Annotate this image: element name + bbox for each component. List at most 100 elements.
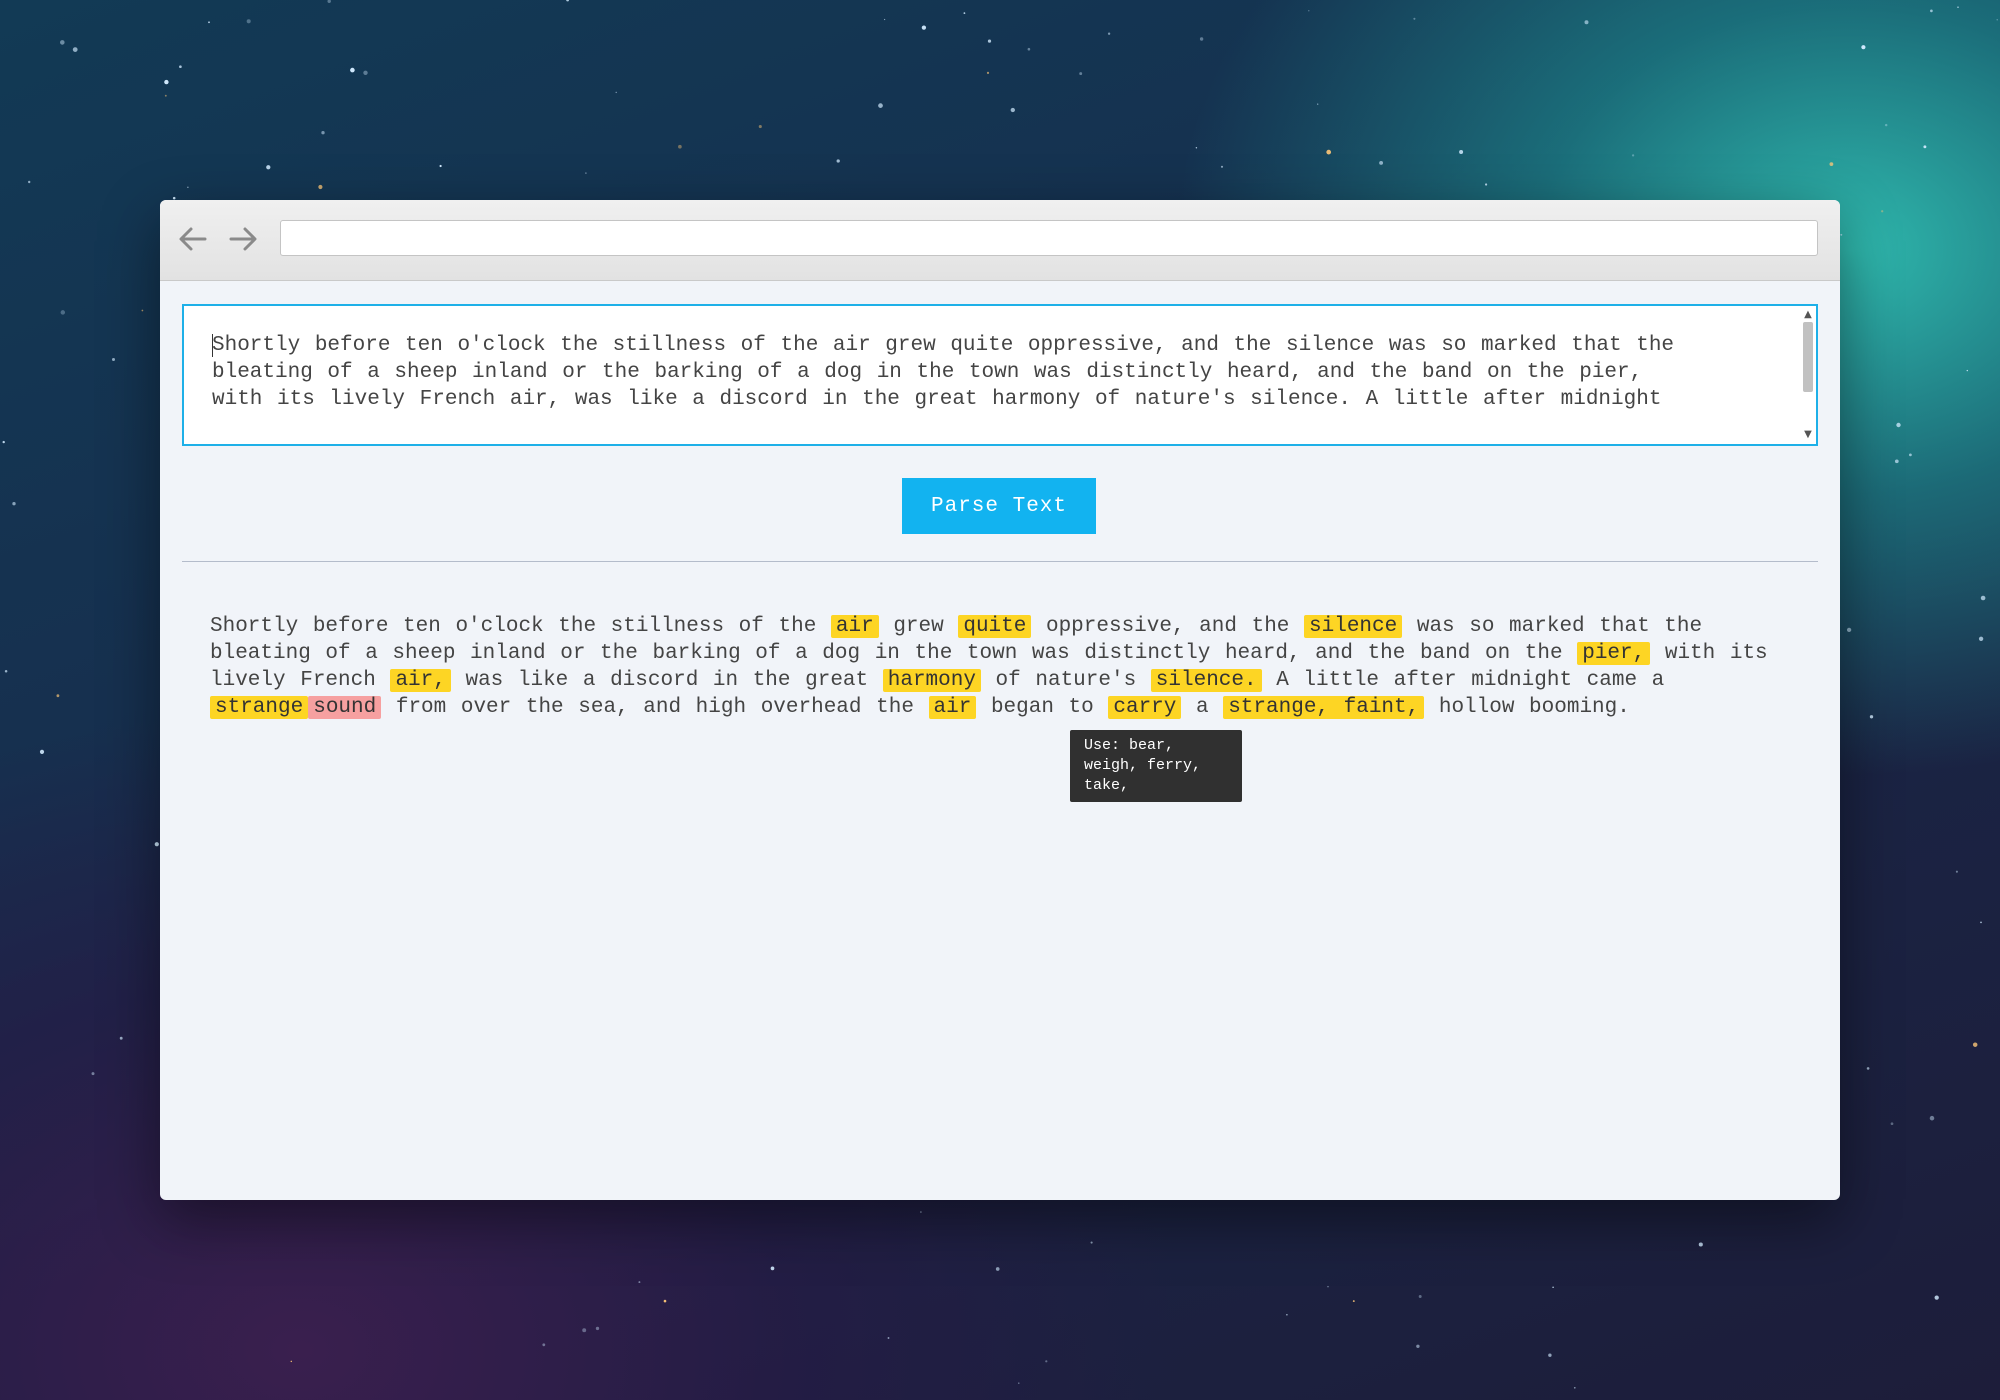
star bbox=[363, 70, 368, 75]
star bbox=[1866, 1067, 1870, 1070]
star bbox=[1698, 1242, 1703, 1247]
output-text: Shortly before ten o'clock the stillness… bbox=[210, 615, 831, 638]
star bbox=[585, 172, 587, 174]
star bbox=[1909, 453, 1912, 457]
star bbox=[1934, 1295, 1939, 1300]
star bbox=[208, 21, 210, 24]
star bbox=[1326, 149, 1332, 155]
highlighted-word[interactable]: air bbox=[830, 615, 879, 638]
star bbox=[1966, 369, 1969, 372]
star bbox=[60, 310, 66, 315]
star bbox=[179, 65, 182, 69]
scroll-thumb[interactable] bbox=[1803, 322, 1813, 392]
output-text: from over the sea, and high overhead the bbox=[381, 696, 929, 719]
star bbox=[164, 94, 167, 97]
scroll-down-icon[interactable]: ▼ bbox=[1800, 428, 1816, 442]
star bbox=[1352, 1300, 1355, 1303]
star bbox=[1894, 459, 1899, 464]
highlighted-word[interactable]: carry bbox=[1108, 696, 1182, 719]
star bbox=[56, 694, 60, 698]
star bbox=[1829, 162, 1834, 166]
highlighted-word[interactable]: silence bbox=[1304, 615, 1403, 638]
star bbox=[1413, 17, 1416, 20]
star bbox=[318, 184, 323, 190]
star bbox=[1846, 627, 1852, 633]
star bbox=[878, 103, 883, 108]
star bbox=[1980, 921, 1982, 924]
output-text: was like a discord in the great bbox=[450, 669, 883, 692]
highlighted-word[interactable]: sound bbox=[308, 696, 382, 719]
star bbox=[920, 1211, 922, 1213]
star bbox=[1978, 636, 1984, 641]
star bbox=[1584, 20, 1589, 25]
star bbox=[350, 67, 355, 73]
star bbox=[39, 749, 45, 755]
star bbox=[1379, 160, 1384, 165]
star bbox=[1548, 1353, 1552, 1357]
output-text: began to bbox=[976, 696, 1109, 719]
output-text: a bbox=[1181, 696, 1224, 719]
star bbox=[566, 0, 570, 2]
highlighted-word[interactable]: strange, faint, bbox=[1223, 696, 1425, 719]
star bbox=[887, 1337, 890, 1339]
star bbox=[164, 79, 169, 85]
star bbox=[758, 125, 762, 129]
star bbox=[638, 1281, 641, 1284]
highlighted-word[interactable]: quite bbox=[958, 615, 1032, 638]
star bbox=[72, 47, 78, 52]
star bbox=[678, 144, 682, 149]
star bbox=[1485, 183, 1488, 186]
textarea-scrollbar[interactable]: ▲ ▼ bbox=[1800, 306, 1816, 444]
star bbox=[1929, 1115, 1935, 1121]
star bbox=[266, 165, 271, 170]
arrow-right-icon bbox=[229, 227, 257, 251]
output-text: oppressive, and the bbox=[1031, 615, 1305, 638]
star bbox=[1923, 145, 1927, 149]
star bbox=[963, 12, 966, 15]
star bbox=[1840, 233, 1843, 236]
star bbox=[595, 1326, 600, 1331]
star bbox=[12, 502, 16, 506]
star bbox=[4, 670, 8, 673]
star bbox=[1955, 870, 1958, 873]
highlighted-word[interactable]: air, bbox=[390, 669, 451, 692]
star bbox=[1079, 72, 1083, 76]
star bbox=[1286, 1314, 1288, 1316]
parsed-output: Shortly before ten o'clock the stillness… bbox=[210, 613, 1810, 721]
star bbox=[327, 0, 331, 4]
star bbox=[28, 180, 31, 184]
highlighted-word[interactable]: air bbox=[928, 696, 977, 719]
highlighted-word[interactable]: pier, bbox=[1577, 642, 1651, 665]
url-input[interactable] bbox=[280, 220, 1818, 256]
star bbox=[119, 1036, 123, 1040]
star bbox=[1631, 154, 1635, 157]
star bbox=[172, 196, 176, 200]
scroll-up-icon[interactable]: ▲ bbox=[1800, 308, 1816, 322]
star bbox=[1327, 1285, 1329, 1288]
highlighted-word[interactable]: harmony bbox=[882, 669, 981, 692]
star bbox=[582, 1328, 587, 1333]
star bbox=[986, 71, 990, 74]
star bbox=[1308, 10, 1310, 12]
highlighted-word[interactable]: silence. bbox=[1150, 669, 1262, 692]
star bbox=[921, 25, 927, 30]
star bbox=[321, 131, 325, 135]
star bbox=[1957, 6, 1959, 8]
browser-window: Shortly before ten o'clock the stillness… bbox=[160, 200, 1840, 1200]
star bbox=[1018, 1382, 1020, 1384]
synonym-tooltip: Use: bear, weigh, ferry, take, bbox=[1070, 730, 1242, 802]
star bbox=[60, 40, 65, 45]
star bbox=[112, 358, 115, 361]
forward-button[interactable] bbox=[226, 222, 260, 256]
star bbox=[1199, 37, 1204, 41]
star bbox=[663, 1299, 667, 1303]
text-input-area[interactable]: Shortly before ten o'clock the stillness… bbox=[182, 304, 1818, 446]
star bbox=[770, 1266, 775, 1271]
star bbox=[995, 1267, 1000, 1271]
parse-text-button[interactable]: Parse Text bbox=[902, 478, 1096, 534]
star bbox=[1980, 595, 1986, 601]
highlighted-word[interactable]: strange bbox=[210, 696, 309, 719]
arrow-left-icon bbox=[179, 227, 207, 251]
back-button[interactable] bbox=[176, 222, 210, 256]
star bbox=[542, 1343, 546, 1347]
